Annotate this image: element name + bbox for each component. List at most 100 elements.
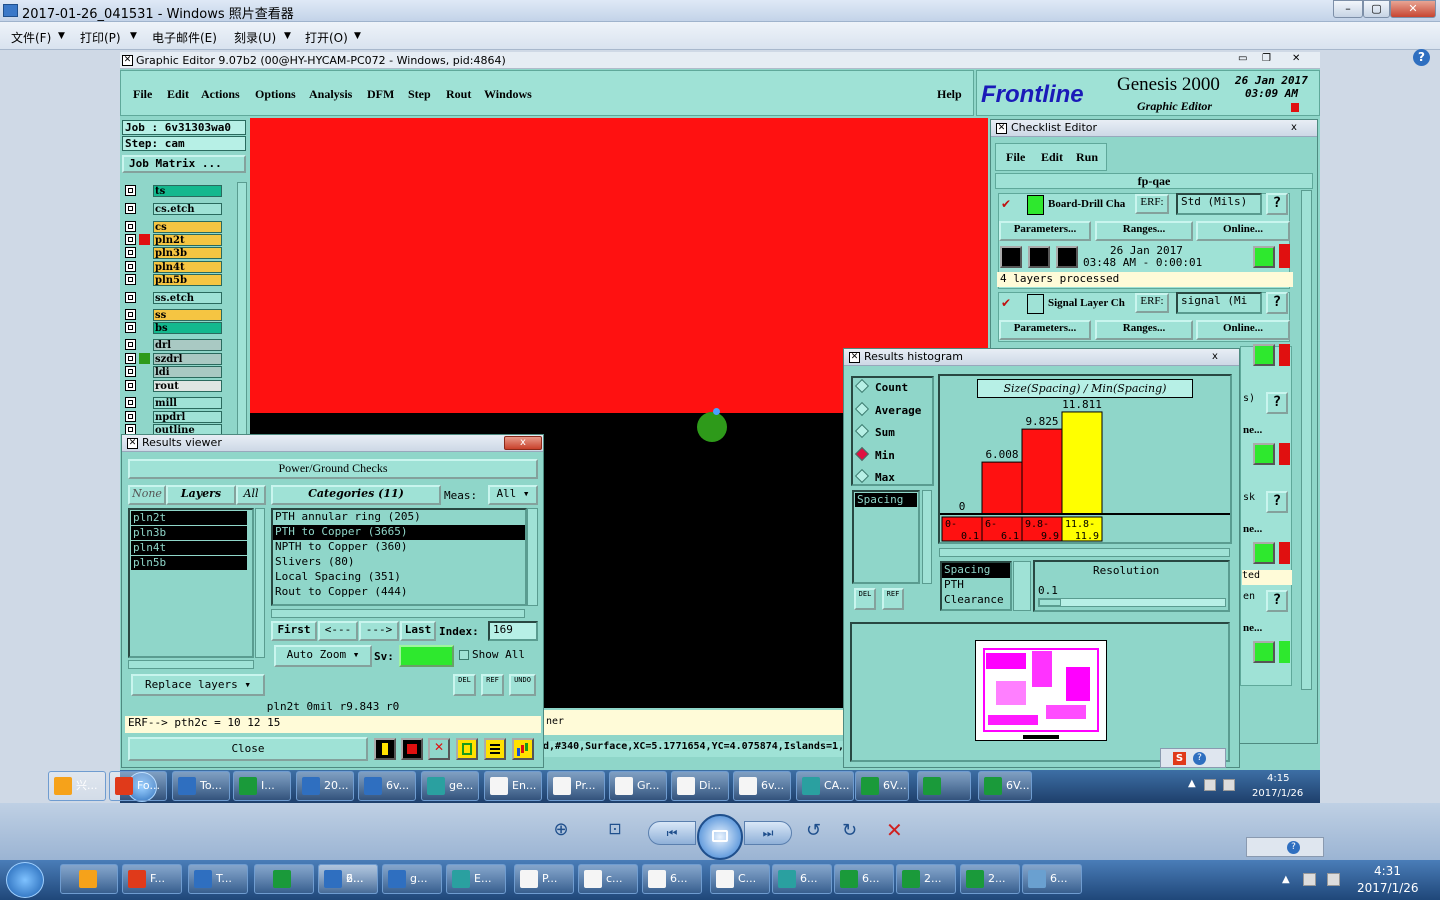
zoom-result-icon[interactable]: [1253, 641, 1275, 663]
layer-row[interactable]: pln3b: [125, 247, 223, 259]
category-item[interactable]: NPTH to Copper (360): [273, 540, 525, 555]
app-maximize-button[interactable]: ❐: [1262, 53, 1271, 64]
ime-toolbar[interactable]: S ?: [1160, 748, 1226, 768]
zoom-result-icon[interactable]: [1253, 344, 1275, 366]
metric-item[interactable]: Spacing: [855, 493, 917, 507]
taskbar-item[interactable]: Di...: [671, 771, 729, 801]
layer-row[interactable]: ss.etch: [125, 292, 223, 304]
app-menu-analysis[interactable]: Analysis: [309, 87, 352, 102]
run-all-icon[interactable]: [1028, 246, 1050, 268]
category-item[interactable]: Slivers (80): [273, 555, 525, 570]
signal-check-icon[interactable]: [1027, 294, 1044, 314]
tray-arrow-icon[interactable]: ▲: [1282, 874, 1290, 885]
taskbar-item[interactable]: 2...: [960, 864, 1020, 894]
subcategory-list[interactable]: Spacing PTH Clearance: [940, 561, 1012, 611]
network-icon[interactable]: [1223, 779, 1235, 791]
checklist-menu-file[interactable]: File: [1006, 150, 1025, 165]
rotate-right-icon[interactable]: ↻: [842, 820, 857, 841]
taskbar-item[interactable]: Q1...: [917, 771, 971, 820]
layer-checkbox[interactable]: [125, 203, 136, 214]
app-menu-step[interactable]: Step: [408, 87, 431, 102]
next-button[interactable]: --->: [359, 621, 399, 641]
app-menu-help[interactable]: Help: [937, 87, 962, 102]
layer-result-item[interactable]: pln3b: [131, 526, 247, 540]
taskbar-item[interactable]: C...: [710, 864, 770, 894]
app-menu-dfm[interactable]: DFM: [367, 87, 394, 102]
layer-checkbox[interactable]: [125, 292, 136, 303]
taskbar-item[interactable]: [60, 864, 118, 894]
taskbar-item[interactable]: Gr...: [609, 771, 667, 801]
radio-icon[interactable]: [854, 378, 870, 394]
stop-run-icon[interactable]: [1056, 246, 1078, 268]
layer-checkbox[interactable]: [125, 397, 136, 408]
ranges-button-2[interactable]: Ranges...: [1095, 320, 1193, 340]
layer-row[interactable]: rout: [125, 380, 223, 392]
app-menu-edit[interactable]: Edit: [167, 87, 189, 102]
layers-button[interactable]: Layers: [166, 485, 236, 505]
mode-option[interactable]: Max: [854, 468, 895, 488]
layer-checkbox[interactable]: [125, 380, 136, 391]
subcategory-item[interactable]: Clearance: [942, 593, 1010, 608]
histogram-ref-button[interactable]: REF: [882, 588, 904, 610]
online-button-2[interactable]: Online...: [1196, 320, 1290, 340]
mode-option[interactable]: Count: [854, 378, 908, 398]
layer-row[interactable]: mill: [125, 397, 223, 409]
taskbar-item[interactable]: ge...: [421, 771, 479, 801]
erf-value-2[interactable]: signal (Mi: [1176, 292, 1262, 314]
taskbar-item[interactable]: 兴...: [48, 771, 106, 801]
layer-row[interactable]: bs: [125, 322, 223, 334]
tray-icon[interactable]: [1303, 873, 1316, 886]
all-layers-button[interactable]: All: [236, 485, 266, 505]
taskbar-item[interactable]: Pr...: [547, 771, 605, 801]
help-button-1[interactable]: ?: [1266, 193, 1288, 215]
checklist-menu-edit[interactable]: Edit: [1041, 150, 1063, 165]
taskbar-item[interactable]: Fo...: [109, 771, 167, 801]
next-icon[interactable]: ⏭: [744, 821, 792, 845]
erf-button-1[interactable]: ERF:: [1135, 194, 1169, 214]
subcategory-scrollbar[interactable]: [1013, 561, 1031, 611]
drill-check-icon[interactable]: [1027, 195, 1044, 215]
layer-checkbox[interactable]: [125, 261, 136, 272]
layer-row[interactable]: ts: [125, 185, 223, 197]
report-tool-icon[interactable]: [484, 738, 506, 760]
parameters-button-2[interactable]: Parameters...: [999, 320, 1091, 340]
run-icon[interactable]: [1000, 246, 1022, 268]
layer-row[interactable]: npdrl: [125, 411, 223, 423]
results-viewer-close-button[interactable]: x: [504, 436, 542, 450]
delete-tool-button[interactable]: DEL: [453, 674, 476, 696]
start-orb-icon[interactable]: [6, 862, 44, 898]
menu-print[interactable]: 打印(P): [80, 29, 121, 46]
job-matrix-button[interactable]: Job Matrix ...: [122, 155, 246, 173]
layer-row[interactable]: ldi: [125, 366, 223, 378]
layer-checkbox[interactable]: [125, 366, 136, 377]
taskbar-item[interactable]: F...: [122, 864, 182, 894]
layer-checkbox[interactable]: [125, 353, 136, 364]
app-menu-actions[interactable]: Actions: [201, 87, 240, 102]
none-button[interactable]: None: [128, 485, 166, 505]
delete-icon[interactable]: ✕: [886, 818, 903, 842]
layer-checkbox[interactable]: [125, 185, 136, 196]
help-button-3[interactable]: ?: [1266, 392, 1288, 414]
taskbar-item[interactable]: c...: [578, 864, 638, 894]
ime-help-icon[interactable]: ?: [1193, 752, 1206, 765]
layer-checkbox[interactable]: [125, 247, 136, 258]
stop-tool-icon[interactable]: [401, 738, 423, 760]
category-hscrollbar[interactable]: [271, 609, 525, 618]
zoom-result-icon[interactable]: [1253, 246, 1275, 268]
check-enabled-icon[interactable]: ✔: [1001, 296, 1011, 310]
help-button-2[interactable]: ?: [1266, 292, 1288, 314]
taskbar-item[interactable]: 6v...: [358, 771, 416, 801]
previous-icon[interactable]: ⏮: [648, 821, 696, 845]
app-menu-rout[interactable]: Rout: [446, 87, 471, 102]
metric-list[interactable]: Spacing: [852, 490, 920, 584]
taskbar-item[interactable]: 6v...: [733, 771, 791, 801]
maximize-button[interactable]: ▢: [1363, 0, 1390, 18]
taskbar-item[interactable]: P...: [514, 864, 574, 894]
tray-arrow-icon[interactable]: ▲: [1188, 778, 1196, 789]
metric-scrollbar[interactable]: [922, 490, 932, 584]
taskbar-item[interactable]: 20...: [296, 771, 354, 801]
outer-ime-toolbar[interactable]: ?: [1246, 837, 1324, 857]
app-close-button[interactable]: ✕: [1292, 53, 1300, 64]
help-button-5[interactable]: ?: [1266, 590, 1288, 612]
mode-option[interactable]: Average: [854, 401, 921, 421]
